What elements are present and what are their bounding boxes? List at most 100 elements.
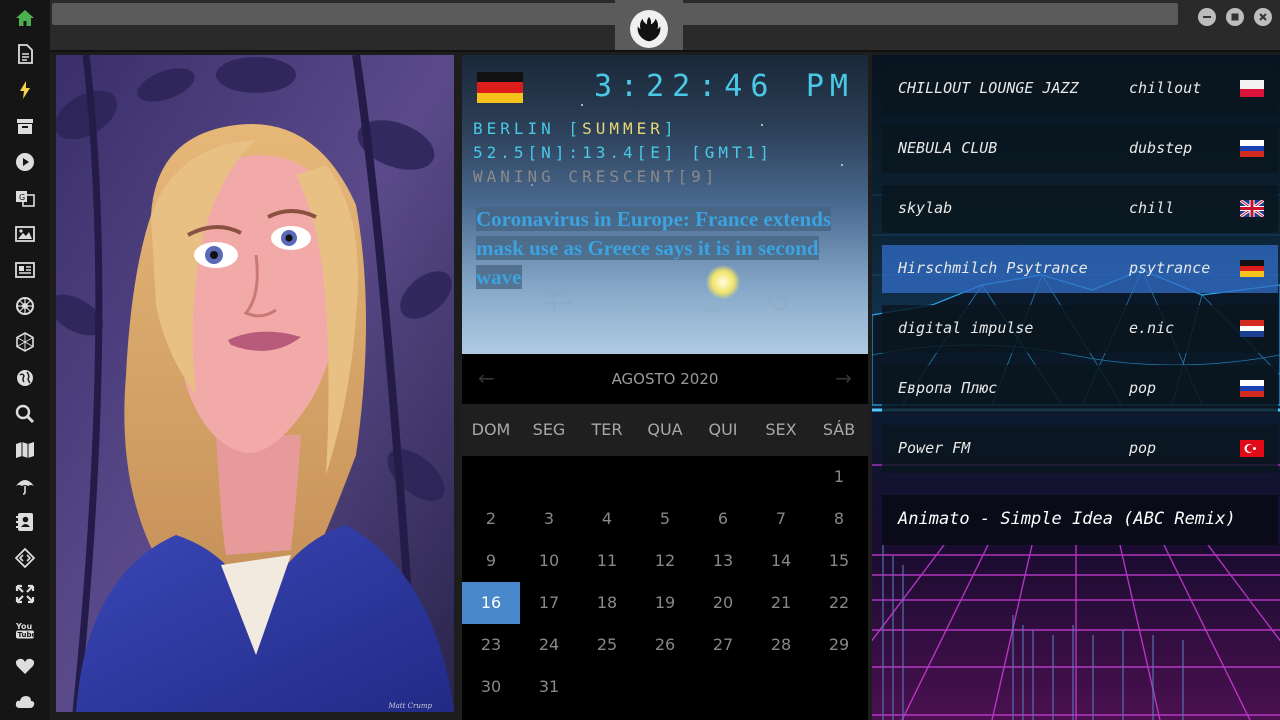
calendar-day[interactable]: 13 bbox=[694, 540, 752, 582]
clock-time: 3:22:46 bbox=[594, 69, 777, 104]
calendar-day[interactable]: 30 bbox=[462, 666, 520, 708]
calendar: ← AGOSTO 2020 → DOM SEG TER QUA QUI SEX … bbox=[462, 354, 868, 720]
sidebar: G You Tube bbox=[0, 0, 50, 720]
umbrella-icon[interactable] bbox=[13, 474, 37, 498]
calendar-day[interactable]: 1 bbox=[810, 456, 868, 498]
maximize-button[interactable] bbox=[1226, 8, 1244, 26]
calendar-day[interactable]: 31 bbox=[520, 666, 578, 708]
youtube-icon[interactable]: You Tube bbox=[13, 618, 37, 642]
calendar-day[interactable]: 14 bbox=[752, 540, 810, 582]
now-playing-track: Animato - Simple Idea (ABC Remix) bbox=[898, 509, 1236, 529]
home-icon[interactable] bbox=[13, 6, 37, 30]
calendar-day[interactable]: 15 bbox=[810, 540, 868, 582]
news-icon[interactable] bbox=[13, 258, 37, 282]
calendar-day[interactable]: 8 bbox=[810, 498, 868, 540]
calendar-day[interactable]: 7 bbox=[752, 498, 810, 540]
calendar-day[interactable]: 2 bbox=[462, 498, 520, 540]
radio-station[interactable]: Power FM pop bbox=[882, 425, 1278, 473]
calendar-day[interactable]: 4 bbox=[578, 498, 636, 540]
empire-icon[interactable] bbox=[13, 330, 37, 354]
flag-russia-icon bbox=[1240, 140, 1264, 157]
code-icon[interactable] bbox=[13, 546, 37, 570]
calendar-day[interactable]: 17 bbox=[520, 582, 578, 624]
globe-icon[interactable] bbox=[13, 366, 37, 390]
weekday: DOM bbox=[471, 420, 511, 439]
calendar-header: ← AGOSTO 2020 → bbox=[462, 354, 868, 404]
radio-station[interactable]: CHILLOUT LOUNGE JAZZ chillout bbox=[882, 65, 1278, 113]
radio-station[interactable]: skylab chill bbox=[882, 185, 1278, 233]
lightning-icon[interactable] bbox=[13, 78, 37, 102]
radio-station[interactable]: Европа Плюс pop bbox=[882, 365, 1278, 413]
portrait-signature: Matt Crump bbox=[388, 702, 432, 710]
radio-station[interactable]: digital impulse e.nic bbox=[882, 305, 1278, 353]
top-bar bbox=[50, 0, 1280, 52]
calendar-day[interactable]: 6 bbox=[694, 498, 752, 540]
calendar-day[interactable]: 26 bbox=[636, 624, 694, 666]
calendar-day[interactable]: 22 bbox=[810, 582, 868, 624]
close-button[interactable] bbox=[1254, 8, 1272, 26]
expand-icon[interactable] bbox=[13, 582, 37, 606]
calendar-day[interactable]: 19 bbox=[636, 582, 694, 624]
minimize-button[interactable] bbox=[1198, 8, 1216, 26]
calendar-day[interactable]: 5 bbox=[636, 498, 694, 540]
document-icon[interactable] bbox=[13, 42, 37, 66]
now-playing[interactable]: Animato - Simple Idea (ABC Remix) bbox=[882, 495, 1278, 545]
logo-tab[interactable] bbox=[615, 0, 683, 50]
calendar-day[interactable]: 9 bbox=[462, 540, 520, 582]
rebel-icon[interactable] bbox=[13, 294, 37, 318]
calendar-day-today[interactable]: 16 bbox=[462, 582, 520, 624]
station-name: Power FM bbox=[898, 439, 971, 457]
radio-panel: CHILLOUT LOUNGE JAZZ chillout NEBULA CLU… bbox=[872, 55, 1280, 720]
season: SUMMER bbox=[582, 119, 664, 138]
calendar-empty-cell bbox=[752, 456, 810, 498]
station-genre: pop bbox=[1129, 379, 1157, 397]
city-name: BERLIN bbox=[473, 119, 555, 138]
weekday: SEX bbox=[765, 420, 797, 439]
play-icon[interactable] bbox=[13, 150, 37, 174]
calendar-empty-cell bbox=[636, 456, 694, 498]
news-headline[interactable]: Coronavirus in Europe: France extends ma… bbox=[476, 205, 848, 292]
calendar-day[interactable]: 25 bbox=[578, 624, 636, 666]
cloud-icon[interactable] bbox=[13, 690, 37, 714]
calendar-day[interactable]: 21 bbox=[752, 582, 810, 624]
station-name: skylab bbox=[898, 199, 953, 217]
flag-croatia-icon bbox=[1240, 320, 1264, 337]
calendar-next-button[interactable]: → bbox=[835, 366, 852, 390]
calendar-day[interactable]: 23 bbox=[462, 624, 520, 666]
calendar-day[interactable]: 10 bbox=[520, 540, 578, 582]
search-icon[interactable] bbox=[13, 402, 37, 426]
calendar-day[interactable]: 18 bbox=[578, 582, 636, 624]
weekday: QUI bbox=[708, 420, 738, 439]
calendar-day[interactable]: 11 bbox=[578, 540, 636, 582]
radio-station-active[interactable]: Hirschmilch Psytrance psytrance bbox=[882, 245, 1278, 293]
calendar-day[interactable]: 12 bbox=[636, 540, 694, 582]
station-genre: chill bbox=[1129, 199, 1175, 217]
calendar-day[interactable]: 29 bbox=[810, 624, 868, 666]
weekday: QUA bbox=[647, 420, 683, 439]
station-genre: e.nic bbox=[1129, 319, 1175, 337]
contact-card-icon[interactable] bbox=[13, 510, 37, 534]
calendar-empty-cell bbox=[694, 456, 752, 498]
radio-station[interactable]: NEBULA CLUB dubstep bbox=[882, 125, 1278, 173]
city-line: BERLIN [SUMMER] bbox=[473, 119, 678, 138]
station-name: Hirschmilch Psytrance bbox=[898, 259, 1088, 277]
calendar-day[interactable]: 24 bbox=[520, 624, 578, 666]
calendar-day[interactable]: 3 bbox=[520, 498, 578, 540]
map-icon[interactable] bbox=[13, 438, 37, 462]
calendar-day[interactable]: 28 bbox=[752, 624, 810, 666]
station-name: CHILLOUT LOUNGE JAZZ bbox=[898, 79, 1079, 97]
calendar-empty-cell bbox=[520, 456, 578, 498]
flag-germany-icon bbox=[1240, 260, 1264, 277]
calendar-day[interactable]: 20 bbox=[694, 582, 752, 624]
station-name: NEBULA CLUB bbox=[898, 139, 998, 157]
calendar-days: 1 2 3 4 5 6 7 8 9 10 11 12 13 14 15 16 17 18 19 20 21 22 23 24 2… bbox=[462, 456, 868, 708]
heart-icon[interactable] bbox=[13, 654, 37, 678]
news-text: Coronavirus in Europe: France extends ma… bbox=[476, 207, 832, 289]
translate-icon[interactable]: G bbox=[13, 186, 37, 210]
weekday: SÁB bbox=[822, 420, 856, 439]
station-genre: pop bbox=[1129, 439, 1157, 457]
calendar-day[interactable]: 27 bbox=[694, 624, 752, 666]
image-icon[interactable] bbox=[13, 222, 37, 246]
station-genre: psytrance bbox=[1129, 259, 1211, 277]
archive-icon[interactable] bbox=[13, 114, 37, 138]
